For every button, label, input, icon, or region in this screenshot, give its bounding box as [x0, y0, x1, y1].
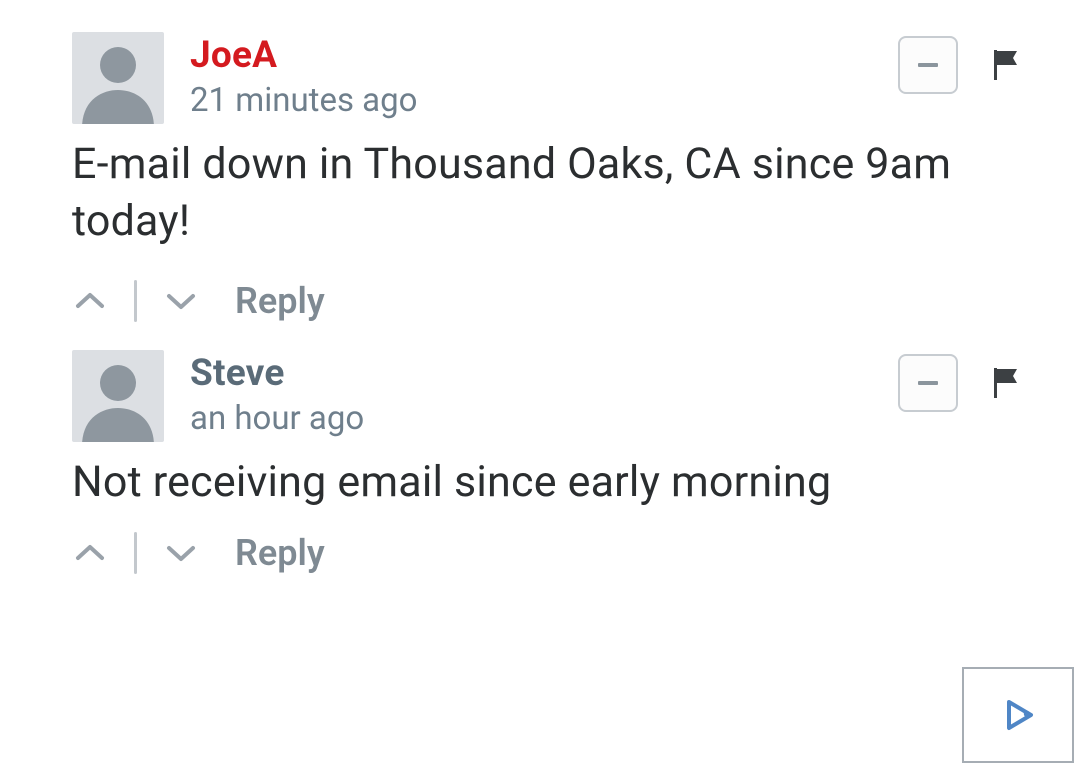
comment-body: Not receiving email since early morning	[72, 442, 1040, 511]
flag-button[interactable]	[986, 44, 1028, 86]
flag-button[interactable]	[986, 362, 1028, 404]
comment-meta: JoeA 21 minutes ago	[164, 32, 417, 123]
upvote-button[interactable]	[72, 283, 108, 319]
divider	[134, 532, 137, 574]
comment-timestamp[interactable]: an hour ago	[190, 398, 364, 441]
flag-icon	[991, 48, 1023, 82]
comments-list: JoeA 21 minutes ago E-mail down in Thous…	[0, 0, 1080, 574]
chevron-up-icon	[75, 543, 105, 563]
comment-header-actions	[898, 32, 1040, 94]
comment-timestamp[interactable]: 21 minutes ago	[190, 80, 417, 123]
minus-icon	[918, 63, 938, 67]
comment-author[interactable]: Steve	[190, 352, 364, 396]
upvote-button[interactable]	[72, 535, 108, 571]
chevron-down-icon	[166, 291, 196, 311]
reply-button[interactable]: Reply	[225, 532, 325, 574]
ad-badge[interactable]	[962, 667, 1074, 763]
reply-button[interactable]: Reply	[225, 280, 325, 322]
comment-actions: Reply	[72, 250, 1040, 322]
comment-body: E-mail down in Thousand Oaks, CA since 9…	[72, 124, 1040, 250]
comment-header-actions	[898, 350, 1040, 412]
comment-meta: Steve an hour ago	[164, 350, 364, 441]
comment-header: JoeA 21 minutes ago	[72, 32, 1040, 124]
avatar[interactable]	[72, 32, 164, 124]
comment: JoeA 21 minutes ago E-mail down in Thous…	[72, 8, 1040, 322]
comment-author[interactable]: JoeA	[190, 34, 417, 78]
play-icon	[997, 694, 1039, 736]
minus-icon	[918, 381, 938, 385]
avatar-placeholder-icon	[72, 32, 164, 124]
chevron-up-icon	[75, 291, 105, 311]
avatar[interactable]	[72, 350, 164, 442]
collapse-button[interactable]	[898, 36, 958, 94]
collapse-button[interactable]	[898, 354, 958, 412]
avatar-placeholder-icon	[72, 350, 164, 442]
flag-icon	[991, 366, 1023, 400]
comment-header: Steve an hour ago	[72, 350, 1040, 442]
downvote-button[interactable]	[163, 535, 199, 571]
divider	[134, 280, 137, 322]
chevron-down-icon	[166, 543, 196, 563]
comment-actions: Reply	[72, 510, 1040, 574]
downvote-button[interactable]	[163, 283, 199, 319]
comment: Steve an hour ago Not receiving email si…	[72, 326, 1040, 575]
